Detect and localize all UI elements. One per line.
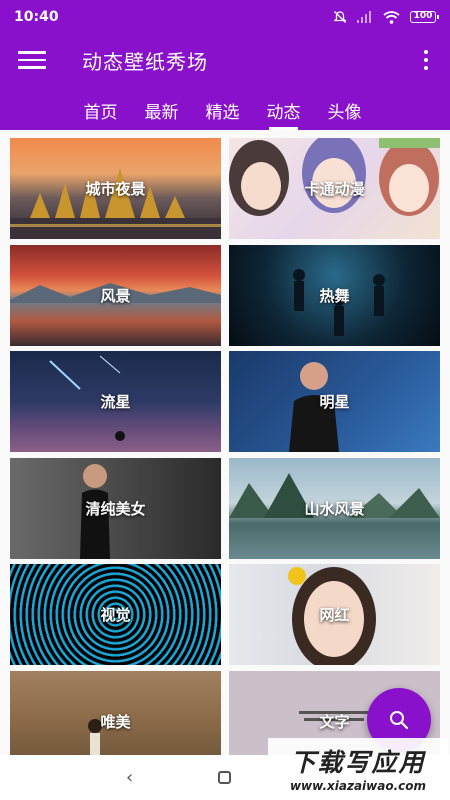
category-card-visual[interactable]: 视觉 [10, 564, 221, 665]
search-icon [390, 711, 409, 730]
battery-icon: 100 [410, 11, 439, 23]
category-card-star[interactable]: 明星 [229, 351, 440, 452]
category-card-pure-beauty[interactable]: 清纯美女 [10, 458, 221, 559]
category-label: 明星 [319, 393, 350, 411]
tab-latest[interactable]: 最新 [131, 86, 192, 130]
category-card-dance[interactable]: 热舞 [229, 245, 440, 346]
category-label: 清纯美女 [85, 500, 146, 518]
menu-icon[interactable] [18, 46, 46, 74]
category-label: 流星 [100, 393, 131, 411]
category-tabs: 首页 最新 精选 动态 头像 [70, 86, 375, 130]
more-options-icon[interactable] [420, 50, 432, 70]
watermark-main-text: 下载写应用 [290, 748, 426, 777]
category-label: 文字 [319, 713, 350, 731]
app-bar: 动态壁纸秀场 [0, 34, 450, 86]
category-card-city-night[interactable]: 城市夜景 [10, 138, 221, 239]
tab-avatar[interactable]: 头像 [314, 86, 375, 130]
category-label: 风景 [100, 287, 131, 305]
category-label: 网红 [319, 606, 350, 624]
category-label: 热舞 [319, 287, 350, 305]
tab-featured[interactable]: 精选 [192, 86, 253, 130]
tab-home[interactable]: 首页 [70, 86, 131, 130]
home-icon[interactable] [218, 771, 231, 784]
back-icon[interactable]: ‹ [126, 767, 133, 788]
wifi-icon [383, 10, 400, 24]
category-card-influencer[interactable]: 网红 [229, 564, 440, 665]
category-card-scenery[interactable]: 风景 [10, 245, 221, 346]
app-title: 动态壁纸秀场 [82, 49, 208, 74]
status-icons: 100 [333, 10, 439, 24]
category-label: 城市夜景 [85, 180, 146, 198]
category-label: 视觉 [100, 606, 131, 624]
category-label: 唯美 [100, 713, 131, 731]
category-card-meteor[interactable]: 流星 [10, 351, 221, 452]
status-bar: 10:40 100 [0, 0, 450, 34]
watermark-logo: 下载写应用 www.xiazaiwao.com [268, 738, 448, 798]
category-card-anime[interactable]: 卡通动漫 [229, 138, 440, 239]
watermark-url: www.xiazaiwao.com [289, 779, 427, 793]
signal-icon [357, 11, 371, 23]
category-label: 卡通动漫 [304, 180, 365, 198]
status-time: 10:40 [14, 9, 59, 25]
tab-dynamic[interactable]: 动态 [253, 86, 314, 130]
mute-icon [333, 11, 347, 23]
category-card-landscape[interactable]: 山水风景 [229, 458, 440, 559]
category-label: 山水风景 [304, 500, 365, 518]
